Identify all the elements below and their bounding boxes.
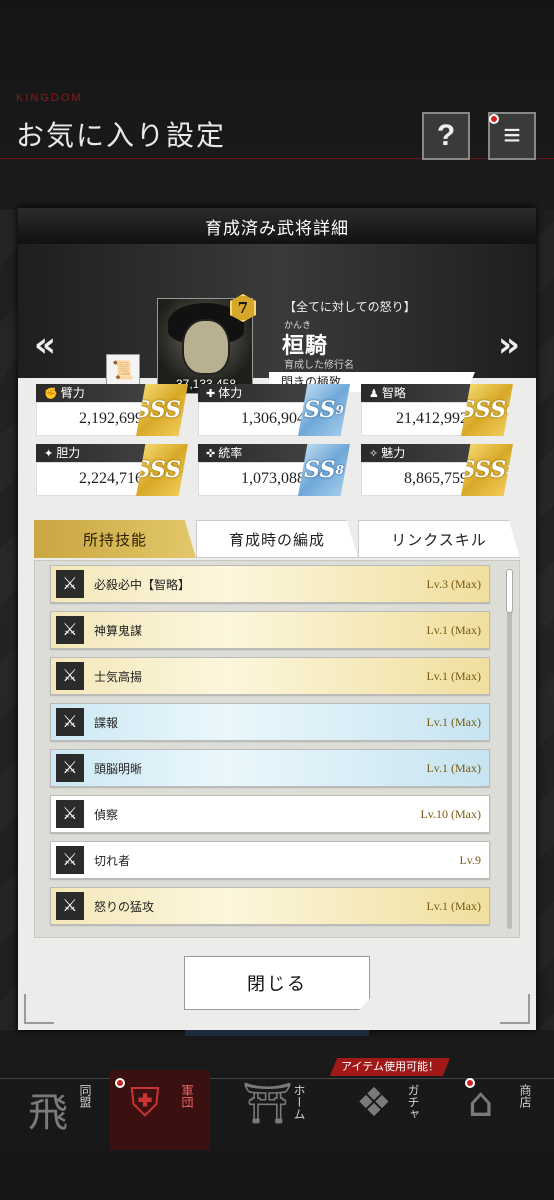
gacha-icon: ❖ <box>356 1080 392 1126</box>
stat-icon: ✜ <box>206 447 216 460</box>
stat-icon: ✦ <box>44 447 54 460</box>
skill-row[interactable]: ⚔ 神算鬼謀 Lv.1 (Max) <box>50 611 490 649</box>
sword-icon: ⚔ <box>56 708 84 736</box>
stat-icon: ✧ <box>369 447 379 460</box>
nav-home[interactable]: ⛩ ホーム <box>222 1070 322 1150</box>
skill-row[interactable]: ⚔ 偵察 Lv.10 (Max) <box>50 795 490 833</box>
skill-row[interactable]: ⚔ 必殺必中【智略】 Lv.3 (Max) <box>50 565 490 603</box>
help-button[interactable]: ? <box>422 112 470 160</box>
skill-row[interactable]: ⚔ 士気高揚 Lv.1 (Max) <box>50 657 490 695</box>
general-title-tag: 【全てに対しての怒り】 <box>284 300 416 314</box>
sword-icon: ⚔ <box>56 754 84 782</box>
general-panel: « » 📜 37,133,458 7 【全てに対しての怒り】 かんき 桓騎 育成… <box>18 244 536 394</box>
prev-general-button[interactable]: « <box>30 328 60 362</box>
stat-icon: ✊ <box>44 387 58 400</box>
sword-icon: ⚔ <box>56 662 84 690</box>
close-button[interactable]: 閉じる <box>184 956 370 1010</box>
nav-label: ホーム <box>292 1084 306 1120</box>
sword-icon: ⚔ <box>56 570 84 598</box>
skill-row[interactable]: ⚔ 頭脳明晰 Lv.1 (Max) <box>50 749 490 787</box>
scrollbar-track[interactable] <box>507 569 512 929</box>
scroll-icon[interactable]: 📜 <box>106 354 140 388</box>
sword-icon: ⚔ <box>56 800 84 828</box>
stat-value: 2,224,716 <box>36 462 152 496</box>
nav-label: 同盟 <box>78 1084 92 1108</box>
nav-gacha[interactable]: ❖ ガチャ <box>336 1070 436 1150</box>
skill-row[interactable]: ⚔ 切れ者 Lv.9 <box>50 841 490 879</box>
skill-name: 怒りの猛攻 <box>94 899 155 914</box>
screen: KINGDOM お気に入り設定 ? ≡ 育成済み武将詳細 « » 📜 37,13… <box>0 0 554 1200</box>
skill-level: Lv.3 (Max) <box>426 576 481 591</box>
corner-ornament <box>24 994 54 1024</box>
nav-shop[interactable]: ⌂ 商店 <box>448 1070 548 1150</box>
skill-level: Lv.1 (Max) <box>426 668 481 683</box>
home-icon: ⛩ <box>242 1081 293 1127</box>
general-detail-modal: 育成済み武将詳細 « » 📜 37,133,458 7 【全てに対しての怒り】 … <box>18 208 536 1030</box>
stat-value: 2,192,699 <box>36 402 152 436</box>
bottom-nav: 飛同盟 ⛨ 軍団 ⛩ ホーム ❖ ガチャ ⌂ 商店 <box>0 1060 554 1160</box>
help-icon: ? <box>436 119 456 152</box>
notification-dot <box>465 1078 475 1088</box>
modal-title: 育成済み武将詳細 <box>18 208 536 244</box>
stat-value: 1,073,088 <box>198 462 314 496</box>
nav-corps[interactable]: ⛨ 軍団 <box>110 1070 210 1150</box>
stat-icon: ♟ <box>369 387 379 400</box>
stat-value: 1,306,904 <box>198 402 314 436</box>
nav-label: ガチャ <box>406 1084 420 1120</box>
sword-icon: ⚔ <box>56 616 84 644</box>
nav-label: 軍団 <box>180 1084 194 1108</box>
skill-name: 神算鬼謀 <box>94 623 143 638</box>
tab-bar: 所持技能 育成時の編成 リンクスキル <box>34 520 520 558</box>
tab-link-skills[interactable]: リンクスキル <box>358 520 520 558</box>
scrollbar-thumb[interactable] <box>506 569 513 613</box>
corps-icon: ⛨ <box>130 1080 160 1126</box>
skill-level: Lv.1 (Max) <box>426 760 481 775</box>
next-general-button[interactable]: » <box>494 328 524 362</box>
skill-name: 士気高揚 <box>94 669 143 684</box>
stat-icon: ✚ <box>206 387 216 400</box>
brand-text: KINGDOM <box>16 92 83 104</box>
skill-name: 諜報 <box>94 715 119 730</box>
skill-name: 偵察 <box>94 807 119 822</box>
skill-level: Lv.1 (Max) <box>426 714 481 729</box>
skill-level: Lv.1 (Max) <box>426 898 481 913</box>
stat-value: 21,412,992 <box>361 402 477 436</box>
background-bar <box>185 1030 369 1036</box>
stat-value: 8,865,759 <box>361 462 477 496</box>
alliance-icon: 飛 <box>28 1090 68 1136</box>
skill-name: 切れ者 <box>94 853 131 868</box>
notification-dot <box>115 1078 125 1088</box>
skill-list[interactable]: ⚔ 怒りの猛攻 Lv.1 (Max) ⚔ 切れ者 Lv.9 ⚔ 偵察 Lv.10 (Max) ⚔ 頭… <box>34 560 520 938</box>
tab-training-formation[interactable]: 育成時の編成 <box>196 520 358 558</box>
training-label: 育成した修行名 <box>284 360 354 371</box>
page-title: お気に入り設定 <box>16 119 227 152</box>
skill-level: Lv.1 (Max) <box>426 622 481 637</box>
title-divider <box>0 158 554 159</box>
tab-owned-skills[interactable]: 所持技能 <box>34 520 196 558</box>
skill-name: 必殺必中【智略】 <box>94 577 191 592</box>
sword-icon: ⚔ <box>56 892 84 920</box>
nav-alliance[interactable]: 飛同盟 <box>8 1070 108 1150</box>
skill-name: 頭脳明晰 <box>94 761 143 776</box>
notification-dot <box>489 114 499 124</box>
skill-level: Lv.10 (Max) <box>420 806 481 821</box>
menu-icon: ≡ <box>503 119 521 152</box>
corner-ornament <box>500 994 530 1024</box>
skill-row[interactable]: ⚔ 怒りの猛攻 Lv.1 (Max) <box>50 887 490 925</box>
skill-level: Lv.9 <box>459 852 481 867</box>
sword-icon: ⚔ <box>56 846 84 874</box>
skill-row[interactable]: ⚔ 諜報 Lv.1 (Max) <box>50 703 490 741</box>
nav-label: 商店 <box>518 1084 532 1108</box>
